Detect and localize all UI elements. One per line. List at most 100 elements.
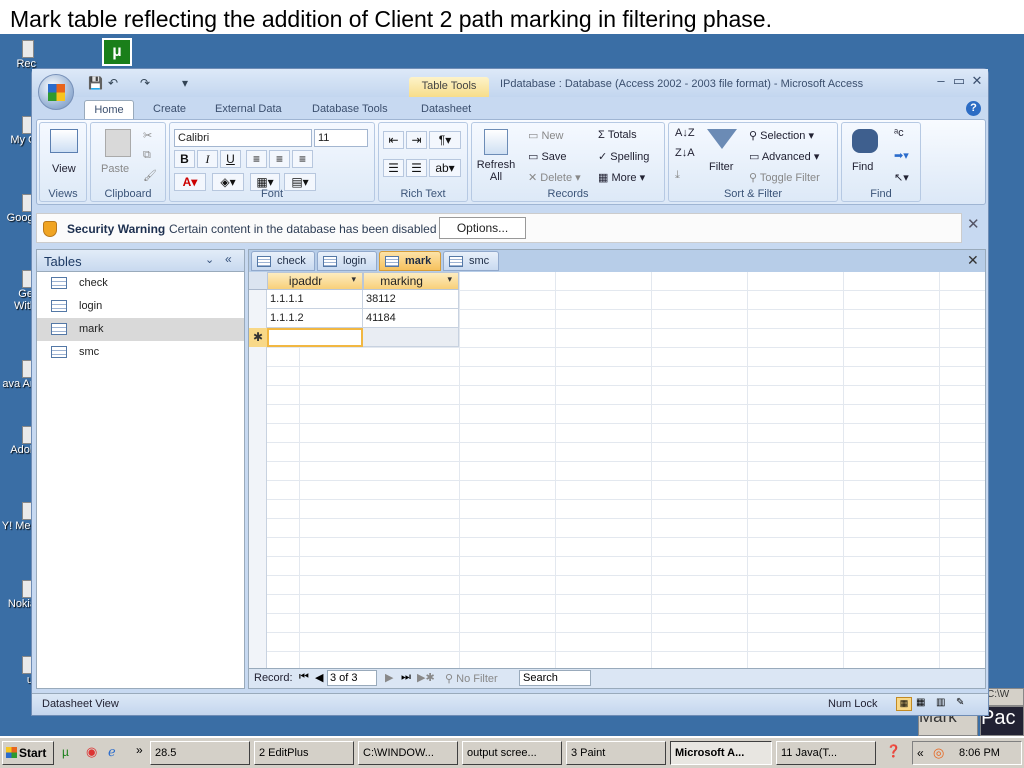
advanced-button[interactable]: ▭ Advanced ▾ — [749, 150, 819, 163]
pivotchart-view-icon[interactable]: ▥ — [936, 697, 945, 708]
select-icon[interactable]: ↖▾ — [894, 171, 909, 184]
chevron-down-icon[interactable]: ▾ — [447, 274, 452, 285]
sort-ascending-icon[interactable]: A↓Z — [675, 127, 695, 139]
clear-sort-icon[interactable]: ⤓ — [675, 169, 680, 182]
quicklaunch-utorrent-icon[interactable]: µ — [62, 745, 69, 759]
nav-pane-header[interactable]: Tables ⌄ « — [37, 250, 244, 272]
align-right-icon[interactable]: ≡ — [292, 150, 313, 168]
selection-button[interactable]: ⚲ Selection ▾ — [749, 129, 814, 142]
cut-icon[interactable]: ✂ — [143, 129, 152, 142]
paragraph-icon[interactable]: ¶▾ — [429, 131, 461, 149]
record-position-field[interactable]: 3 of 3 — [327, 670, 377, 686]
select-all-corner[interactable] — [249, 272, 267, 290]
pivottable-view-icon[interactable]: ▦ — [916, 697, 925, 708]
italic-button[interactable]: I — [197, 150, 218, 168]
tab-home[interactable]: Home — [84, 100, 134, 119]
tab-external-data[interactable]: External Data — [215, 100, 282, 119]
chevron-down-icon[interactable]: ▾ — [351, 274, 356, 285]
minimize-button[interactable]: – — [932, 73, 950, 89]
doc-tab-login[interactable]: login — [317, 251, 377, 271]
font-size-select[interactable]: 11 — [314, 129, 368, 147]
quicklaunch-ie-icon[interactable]: ℯ — [108, 744, 116, 760]
taskbar-item[interactable]: 2 EditPlus — [254, 741, 354, 765]
table-cell[interactable]: 38112 — [363, 290, 459, 309]
align-center-icon[interactable]: ≡ — [269, 150, 290, 168]
office-button[interactable] — [38, 74, 74, 110]
new-record-cell[interactable] — [267, 328, 363, 347]
nav-item-mark[interactable]: mark — [37, 318, 244, 341]
goto-icon[interactable]: ➡▾ — [894, 149, 909, 162]
quicklaunch-more-icon[interactable]: » — [136, 743, 143, 757]
first-record-icon[interactable]: ⏮ — [299, 671, 309, 684]
undo-icon[interactable]: ↶ — [108, 76, 118, 90]
totals-button[interactable]: Σ Totals — [598, 129, 637, 141]
title-bar[interactable]: 💾 ↶ ↷ ▾ Table Tools IPdatabase : Databas… — [32, 69, 988, 97]
table-cell[interactable]: 1.1.1.1 — [267, 290, 363, 309]
font-name-select[interactable]: Calibri — [174, 129, 312, 147]
spelling-button[interactable]: ✓ Spelling — [598, 150, 649, 163]
nav-item-check[interactable]: check — [37, 272, 244, 295]
filter-status[interactable]: ⚲ No Filter — [445, 672, 498, 685]
design-view-icon[interactable]: ✎ — [956, 697, 964, 708]
toggle-filter-button[interactable]: ⚲ Toggle Filter — [749, 171, 820, 184]
copy-icon[interactable]: ⧉ — [143, 149, 151, 162]
options-button[interactable]: Options... — [439, 217, 526, 239]
delete-record-button[interactable]: ✕ Delete ▾ — [528, 171, 581, 184]
taskbar-item[interactable]: 28.5 — [150, 741, 250, 765]
doc-tab-mark[interactable]: mark — [379, 251, 441, 271]
desktop-icon-recycle-bin[interactable]: Rec — [0, 40, 36, 70]
start-button[interactable]: Start — [2, 741, 54, 765]
save-icon[interactable]: 💾 — [88, 76, 103, 90]
bullets-icon[interactable]: ☰ — [406, 159, 427, 177]
next-record-icon[interactable]: ▶ — [385, 671, 393, 684]
prev-record-icon[interactable]: ◀ — [315, 671, 323, 684]
highlight-icon[interactable]: ab▾ — [429, 159, 461, 177]
nav-item-login[interactable]: login — [37, 295, 244, 318]
new-record-nav-icon[interactable]: ▶✱ — [417, 671, 435, 684]
collapse-pane-icon[interactable]: « — [225, 252, 232, 266]
underline-button[interactable]: U — [220, 150, 241, 168]
customize-qat-icon[interactable]: ▾ — [182, 76, 188, 90]
decrease-indent-icon[interactable]: ⇤ — [383, 131, 404, 149]
increase-indent-icon[interactable]: ⇥ — [406, 131, 427, 149]
taskbar-item[interactable]: 11 Java(T... — [776, 741, 876, 765]
find-button[interactable]: Find — [852, 161, 873, 173]
save-record-button[interactable]: ▭ Save — [528, 150, 567, 163]
tab-datasheet[interactable]: Datasheet — [421, 100, 471, 119]
help-icon[interactable]: ? — [966, 101, 981, 116]
redo-icon[interactable]: ↷ — [140, 76, 150, 90]
quicklaunch-chrome-icon[interactable]: ◉ — [86, 744, 97, 760]
close-button[interactable]: ✕ — [968, 73, 986, 89]
view-button[interactable]: View — [52, 163, 76, 175]
close-document-icon[interactable]: ✕ — [967, 252, 979, 269]
paste-button[interactable]: Paste — [101, 163, 129, 175]
close-icon[interactable]: ✕ — [967, 215, 980, 233]
numbering-icon[interactable]: ☰ — [383, 159, 404, 177]
align-left-icon[interactable]: ≡ — [246, 150, 267, 168]
utorrent-icon[interactable]: µ — [102, 38, 132, 66]
filter-button[interactable]: Filter — [709, 161, 733, 173]
taskbar-item[interactable]: C:\WINDOW... — [358, 741, 458, 765]
taskbar-item-active[interactable]: Microsoft A... — [670, 741, 772, 765]
doc-tab-smc[interactable]: smc — [443, 251, 499, 271]
datasheet-view-icon[interactable]: ▦ — [896, 697, 912, 711]
bold-button[interactable]: B — [174, 150, 195, 168]
help-tray-icon[interactable]: ❓ — [886, 744, 901, 758]
refresh-all-button[interactable]: Refresh All — [476, 159, 516, 183]
replace-icon[interactable]: ᵃc — [894, 127, 904, 139]
maximize-button[interactable]: ▭ — [950, 73, 968, 89]
search-input[interactable]: Search — [519, 670, 591, 686]
tab-database-tools[interactable]: Database Tools — [312, 100, 388, 119]
nav-item-smc[interactable]: smc — [37, 341, 244, 364]
table-cell[interactable]: 41184 — [363, 309, 459, 328]
format-painter-icon[interactable]: 🖌 — [143, 169, 157, 182]
sort-descending-icon[interactable]: Z↓A — [675, 147, 695, 159]
column-header-marking[interactable]: marking ▾ — [363, 272, 459, 290]
taskbar-item[interactable]: output scree... — [462, 741, 562, 765]
new-record-button[interactable]: ▭ New — [528, 129, 563, 142]
more-button[interactable]: ▦ More ▾ — [598, 171, 645, 184]
last-record-icon[interactable]: ⏭ — [401, 671, 411, 684]
background-window[interactable]: C:\W — [986, 688, 1024, 706]
avast-icon[interactable]: ◎ — [933, 745, 944, 761]
new-record-cell[interactable] — [363, 328, 459, 347]
